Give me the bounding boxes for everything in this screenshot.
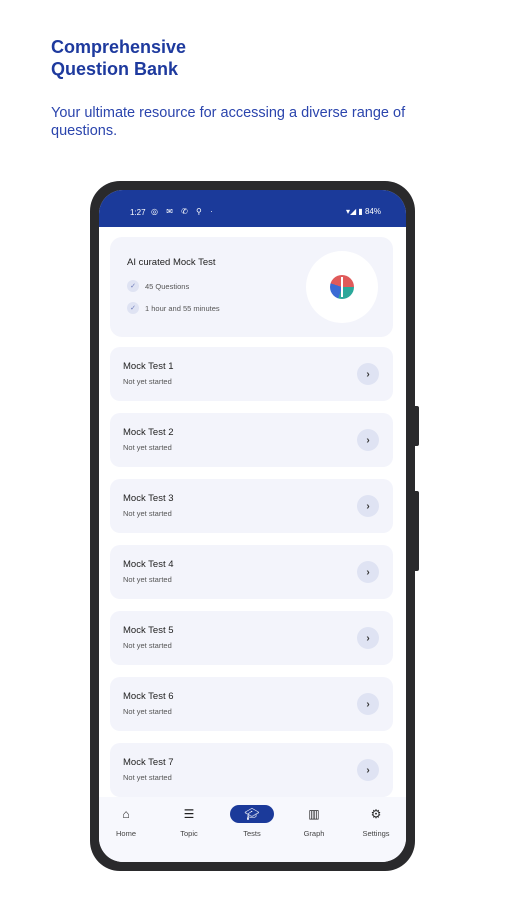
nav-tests[interactable]: 🎓︎ Tests bbox=[222, 805, 282, 838]
nav-settings-label: Settings bbox=[362, 829, 390, 838]
test-card[interactable]: Mock Test 4 Not yet started › bbox=[110, 545, 393, 599]
settings-icon: ⚙ bbox=[370, 807, 382, 821]
ai-mock-test-card[interactable]: AI curated Mock Test ✓ 45 Questions ✓ 1 … bbox=[110, 237, 393, 337]
check-icon: ✓ bbox=[127, 302, 139, 314]
test-status: Not yet started bbox=[123, 377, 172, 386]
tests-icon: 🎓︎ bbox=[230, 805, 274, 823]
bottom-nav: ⌂ Home ☰ Topic 🎓︎ Tests ▥ Graph ⚙ Settin… bbox=[99, 797, 406, 862]
nav-settings[interactable]: ⚙ Settings bbox=[346, 805, 406, 838]
test-card[interactable]: Mock Test 5 Not yet started › bbox=[110, 611, 393, 665]
test-name: Mock Test 1 bbox=[123, 361, 174, 372]
test-status: Not yet started bbox=[123, 773, 172, 782]
test-card[interactable]: Mock Test 1 Not yet started › bbox=[110, 347, 393, 401]
chevron-right-icon[interactable]: › bbox=[357, 363, 379, 385]
test-status: Not yet started bbox=[123, 575, 172, 584]
promo-page: Comprehensive Question Bank Your ultimat… bbox=[0, 0, 506, 900]
chevron-right-icon[interactable]: › bbox=[357, 561, 379, 583]
status-time: 1:27 bbox=[130, 208, 146, 217]
test-status: Not yet started bbox=[123, 641, 172, 650]
nav-topic[interactable]: ☰ Topic bbox=[159, 805, 219, 838]
headline: Comprehensive Question Bank bbox=[51, 36, 351, 80]
ai-card-duration: 1 hour and 55 minutes bbox=[145, 303, 220, 313]
headline-line-2: Question Bank bbox=[51, 59, 179, 79]
ai-card-title: AI curated Mock Test bbox=[127, 257, 216, 268]
phone-power-button bbox=[415, 406, 419, 446]
ai-card-questions-row: ✓ 45 Questions bbox=[127, 280, 189, 292]
test-card[interactable]: Mock Test 3 Not yet started › bbox=[110, 479, 393, 533]
test-status: Not yet started bbox=[123, 509, 172, 518]
chevron-right-icon[interactable]: › bbox=[357, 693, 379, 715]
phone-volume-button bbox=[415, 491, 419, 571]
check-icon: ✓ bbox=[127, 280, 139, 292]
test-card[interactable]: Mock Test 6 Not yet started › bbox=[110, 677, 393, 731]
tests-list[interactable]: AI curated Mock Test ✓ 45 Questions ✓ 1 … bbox=[99, 227, 406, 797]
test-name: Mock Test 3 bbox=[123, 493, 174, 504]
graph-icon: ▥ bbox=[308, 807, 320, 821]
chevron-right-icon[interactable]: › bbox=[357, 759, 379, 781]
test-card[interactable]: Mock Test 7 Not yet started › bbox=[110, 743, 393, 797]
wifi-icon: ▾◢ bbox=[345, 207, 357, 216]
notification-icons: ◎ ✉ ✆ ⚲ · bbox=[151, 207, 216, 216]
test-name: Mock Test 6 bbox=[123, 691, 174, 702]
ai-card-questions: 45 Questions bbox=[145, 281, 190, 291]
chevron-right-icon[interactable]: › bbox=[357, 627, 379, 649]
test-name: Mock Test 7 bbox=[123, 757, 174, 768]
nav-home-label: Home bbox=[115, 829, 136, 838]
nav-home[interactable]: ⌂ Home bbox=[99, 805, 156, 838]
brain-icon-container bbox=[306, 251, 378, 323]
battery-icon: ▮ bbox=[358, 207, 363, 216]
test-card[interactable]: Mock Test 2 Not yet started › bbox=[110, 413, 393, 467]
headline-line-1: Comprehensive bbox=[51, 37, 187, 57]
nav-graph[interactable]: ▥ Graph bbox=[284, 805, 344, 838]
nav-topic-label: Topic bbox=[180, 829, 198, 838]
chevron-right-icon[interactable]: › bbox=[357, 495, 379, 517]
nav-tests-label: Tests bbox=[243, 829, 261, 838]
test-name: Mock Test 2 bbox=[123, 427, 174, 438]
status-right-icons: ▾◢ ▮ 84% bbox=[346, 207, 381, 216]
subhead: Your ultimate resource for accessing a d… bbox=[51, 105, 406, 139]
test-name: Mock Test 4 bbox=[123, 559, 174, 570]
chevron-right-icon[interactable]: › bbox=[357, 429, 379, 451]
nav-graph-label: Graph bbox=[303, 829, 325, 838]
test-name: Mock Test 5 bbox=[123, 625, 174, 636]
ai-card-duration-row: ✓ 1 hour and 55 minutes bbox=[127, 302, 220, 314]
brain-icon bbox=[330, 275, 354, 299]
test-status: Not yet started bbox=[123, 707, 172, 716]
status-bar: 1:27 ◎ ✉ ✆ ⚲ · ▾◢ ▮ 84% bbox=[99, 190, 406, 227]
test-status: Not yet started bbox=[123, 443, 172, 452]
phone-frame: 1:27 ◎ ✉ ✆ ⚲ · ▾◢ ▮ 84% AI curated Mock … bbox=[90, 181, 419, 871]
battery-level: 84% bbox=[364, 207, 381, 216]
topic-icon: ☰ bbox=[183, 807, 195, 821]
phone-screen: 1:27 ◎ ✉ ✆ ⚲ · ▾◢ ▮ 84% AI curated Mock … bbox=[99, 190, 406, 862]
home-icon: ⌂ bbox=[122, 807, 130, 821]
